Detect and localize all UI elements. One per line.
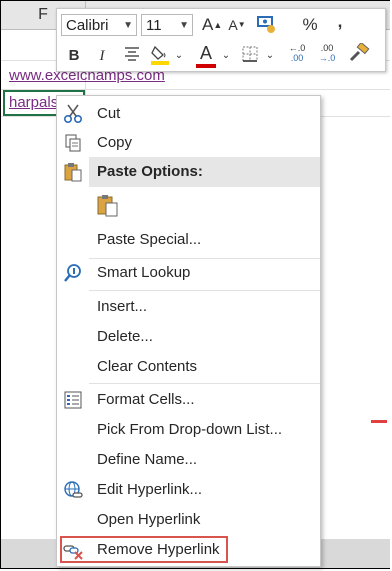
copy-icon xyxy=(65,134,81,152)
paint-bucket-icon xyxy=(151,45,169,65)
paste-button[interactable] xyxy=(57,191,320,223)
menu-item-label: Format Cells... xyxy=(97,391,195,408)
paste-options-header: Paste Options: xyxy=(57,157,320,187)
menu-item-label: Cut xyxy=(97,105,121,122)
grow-font-icon: A xyxy=(202,15,214,34)
menu-separator xyxy=(89,383,320,384)
chevron-down-icon[interactable]: ⌄ xyxy=(174,45,184,67)
accounting-icon xyxy=(257,16,275,33)
menu-item-cut[interactable]: Cut xyxy=(57,99,320,129)
increase-decimal-icon: ←.0 xyxy=(288,43,306,53)
font-color-swatch xyxy=(196,64,216,68)
fill-color-button[interactable] xyxy=(149,43,171,65)
font-color-icon: A xyxy=(199,43,212,63)
menu-item-clear-contents[interactable]: Clear Contents xyxy=(57,352,320,382)
menu-item-delete[interactable]: Delete... xyxy=(57,322,320,352)
italic-button[interactable]: I xyxy=(95,45,109,67)
menu-item-insert[interactable]: Insert... xyxy=(57,292,320,322)
format-cells-icon xyxy=(64,391,82,409)
shrink-font-icon: A xyxy=(228,17,238,33)
menu-item-label: Open Hyperlink xyxy=(97,511,201,528)
highlight-box xyxy=(60,536,228,563)
center-align-button[interactable] xyxy=(121,45,143,67)
decrease-decimal-button[interactable]: .00 →.0 xyxy=(315,43,339,65)
context-menu: Cut Copy Paste Options: Paste Special...… xyxy=(56,95,321,567)
comma-button[interactable]: , xyxy=(333,11,347,33)
menu-item-label: Edit Hyperlink... xyxy=(97,481,203,498)
magnifier-icon xyxy=(64,264,81,282)
chevron-down-icon[interactable]: ⌄ xyxy=(221,45,231,67)
scissors-icon xyxy=(63,104,83,124)
accounting-format-button[interactable] xyxy=(254,14,280,36)
paste-options-bar: Paste Options: xyxy=(89,157,320,187)
paste-icon xyxy=(97,195,118,217)
menu-item-label: Copy xyxy=(97,134,133,151)
menu-item-label: Smart Lookup xyxy=(97,264,191,281)
font-color-button[interactable]: A xyxy=(195,42,217,68)
menu-item-pick-dropdown[interactable]: Pick From Drop-down List... xyxy=(57,415,320,445)
menu-item-open-hyperlink[interactable]: Open Hyperlink xyxy=(57,505,320,535)
menu-item-label: Delete... xyxy=(97,328,153,345)
menu-item-format-cells[interactable]: Format Cells... xyxy=(57,385,320,415)
decrease-decimal-icon: .00 xyxy=(320,43,334,53)
borders-icon xyxy=(242,46,258,62)
increase-decimal-button[interactable]: ←.0.00 xyxy=(285,43,309,65)
percent-button[interactable]: % xyxy=(300,14,320,36)
borders-button[interactable] xyxy=(239,44,261,66)
font-size-box[interactable]: 11 ▼ xyxy=(141,14,193,36)
menu-item-define-name[interactable]: Define Name... xyxy=(57,445,320,475)
chevron-down-icon[interactable]: ⌄ xyxy=(265,45,275,67)
clipboard-icon xyxy=(64,163,82,182)
format-painter-icon xyxy=(349,41,370,62)
chevron-down-icon[interactable]: ▼ xyxy=(123,15,133,37)
menu-separator xyxy=(89,290,320,291)
mini-toolbar: Calibri ▼ 11 ▼ A▲ A▼ % , B I ⌄ A ⌄ ⌄ ←.0… xyxy=(56,8,386,72)
format-painter-button[interactable] xyxy=(347,41,371,65)
font-name-value: Calibri xyxy=(66,17,109,34)
font-name-box[interactable]: Calibri ▼ xyxy=(61,14,137,36)
shrink-font-button[interactable]: A▼ xyxy=(227,14,247,36)
menu-item-label: Pick From Drop-down List... xyxy=(97,421,283,438)
paste-options-label: Paste Options: xyxy=(97,163,203,180)
align-center-icon xyxy=(125,47,139,61)
menu-item-label: Paste Special... xyxy=(97,231,202,248)
bold-button[interactable]: B xyxy=(65,45,83,67)
menu-item-copy[interactable]: Copy xyxy=(57,128,320,158)
red-marker xyxy=(371,420,387,423)
font-size-value: 11 xyxy=(146,17,162,34)
menu-item-smart-lookup[interactable]: Smart Lookup xyxy=(57,258,320,288)
menu-item-label: Define Name... xyxy=(97,451,198,468)
hyperlink-globe-icon xyxy=(64,481,83,498)
menu-item-label: Clear Contents xyxy=(97,358,198,375)
grow-font-button[interactable]: A▲ xyxy=(202,14,222,36)
menu-item-label: Insert... xyxy=(97,298,148,315)
menu-item-paste-special[interactable]: Paste Special... xyxy=(57,225,320,255)
menu-item-edit-hyperlink[interactable]: Edit Hyperlink... xyxy=(57,475,320,505)
chevron-down-icon[interactable]: ▼ xyxy=(179,15,189,37)
